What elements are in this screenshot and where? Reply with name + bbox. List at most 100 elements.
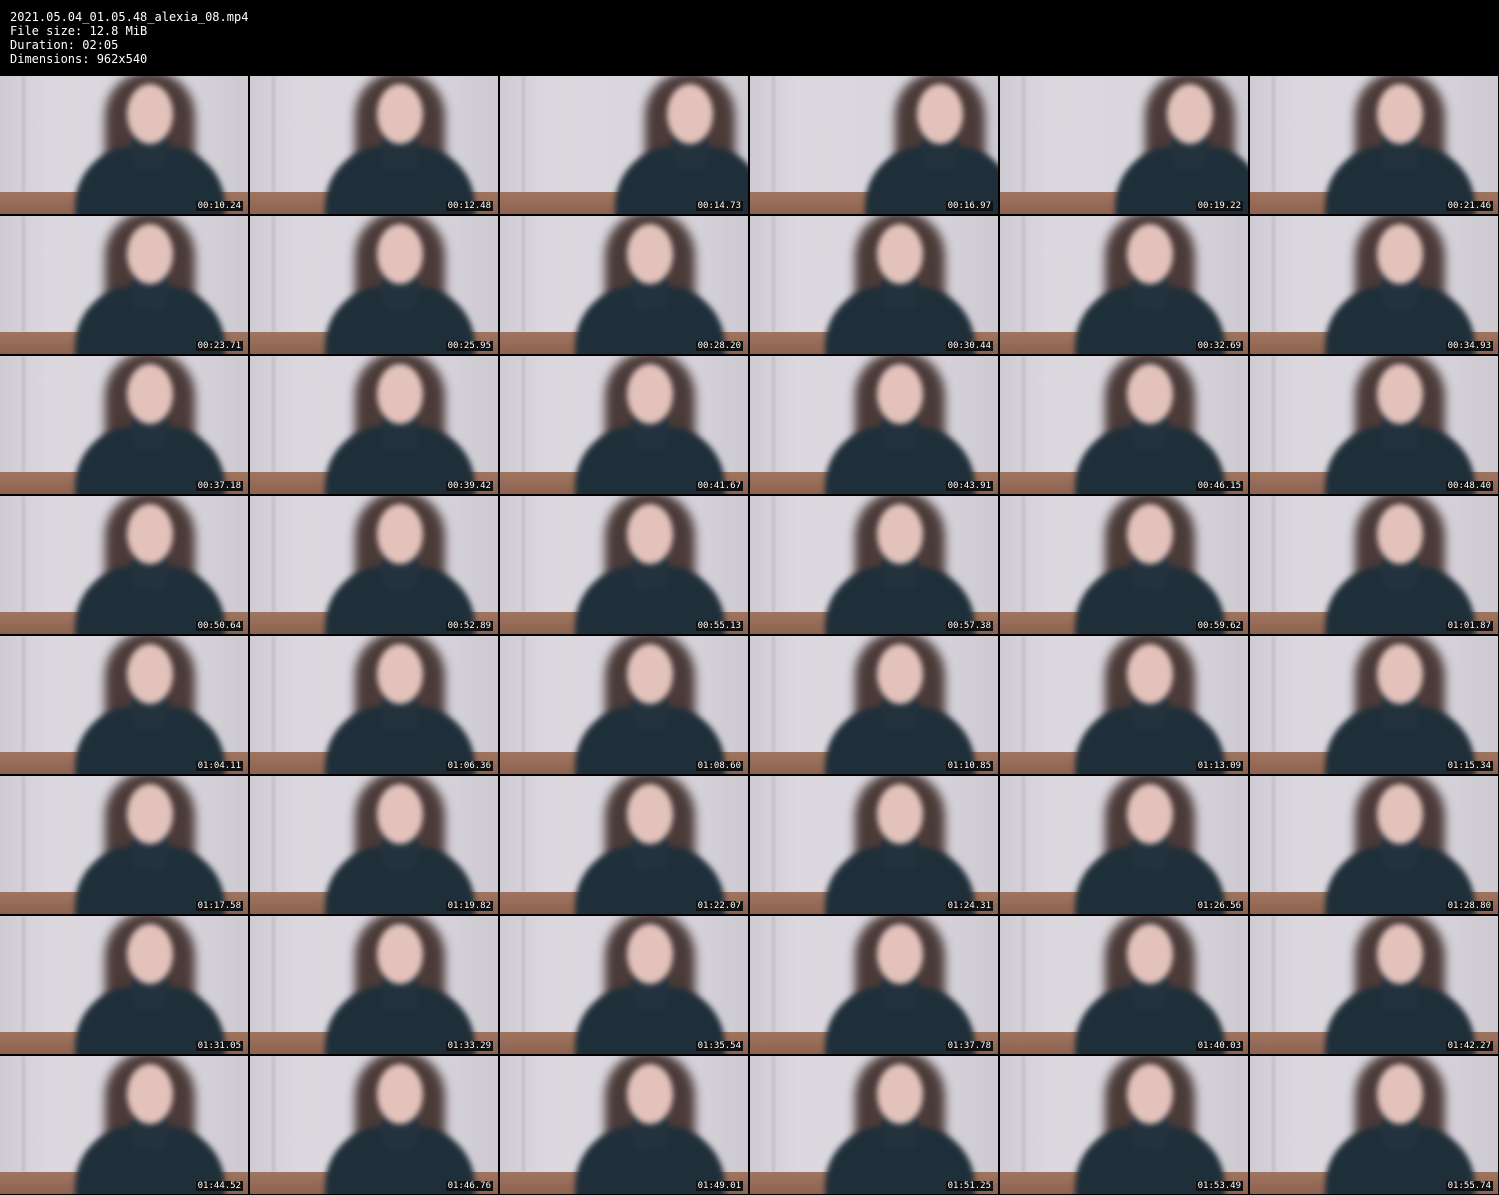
video-thumbnail: 01:01.87 bbox=[1250, 496, 1498, 634]
video-thumbnail: 01:10.85 bbox=[750, 636, 998, 774]
video-thumbnail: 01:53.49 bbox=[1000, 1056, 1248, 1194]
face bbox=[1127, 504, 1173, 564]
wall-corner bbox=[22, 356, 25, 472]
face bbox=[877, 644, 923, 704]
wall-corner bbox=[1022, 916, 1025, 1032]
video-thumbnail: 00:52.89 bbox=[250, 496, 498, 634]
video-thumbnail: 00:48.40 bbox=[1250, 356, 1498, 494]
video-thumbnail: 00:28.20 bbox=[500, 216, 748, 354]
timestamp-label: 01:44.52 bbox=[195, 1181, 243, 1191]
face bbox=[127, 784, 173, 844]
face bbox=[377, 924, 423, 984]
face bbox=[877, 1064, 923, 1124]
video-thumbnail: 01:35.54 bbox=[500, 916, 748, 1054]
wall-corner bbox=[1272, 776, 1275, 892]
timestamp-label: 00:34.93 bbox=[1445, 341, 1493, 351]
face bbox=[1127, 364, 1173, 424]
timestamp-label: 01:55.74 bbox=[1445, 1181, 1493, 1191]
video-thumbnail: 01:15.34 bbox=[1250, 636, 1498, 774]
thumbnail-grid: 00:10.24 00:12.48 00:14.73 00:16.97 00:19.22… bbox=[0, 76, 1499, 1195]
wall-corner bbox=[772, 496, 775, 612]
wall-corner bbox=[272, 76, 275, 192]
video-thumbnail: 00:16.97 bbox=[750, 76, 998, 214]
video-thumbnail: 01:37.78 bbox=[750, 916, 998, 1054]
wall-corner bbox=[522, 356, 525, 472]
face bbox=[127, 644, 173, 704]
face bbox=[1377, 364, 1423, 424]
video-thumbnail: 00:37.18 bbox=[0, 356, 248, 494]
timestamp-label: 01:42.27 bbox=[1445, 1041, 1493, 1051]
timestamp-label: 00:41.67 bbox=[695, 481, 743, 491]
wall-corner bbox=[772, 776, 775, 892]
wall-corner bbox=[772, 636, 775, 752]
timestamp-label: 01:37.78 bbox=[945, 1041, 993, 1051]
face bbox=[1167, 84, 1213, 144]
wall-corner bbox=[1272, 356, 1275, 472]
face bbox=[1127, 1064, 1173, 1124]
timestamp-label: 01:46.76 bbox=[445, 1181, 493, 1191]
video-thumbnail: 01:28.80 bbox=[1250, 776, 1498, 914]
wall-corner bbox=[1272, 636, 1275, 752]
timestamp-label: 00:16.97 bbox=[945, 201, 993, 211]
timestamp-label: 01:26.56 bbox=[1195, 901, 1243, 911]
video-thumbnail: 00:39.42 bbox=[250, 356, 498, 494]
wall-corner bbox=[22, 216, 25, 332]
face bbox=[627, 784, 673, 844]
video-thumbnail: 00:34.93 bbox=[1250, 216, 1498, 354]
file-name: 2021.05.04_01.05.48_alexia_08.mp4 bbox=[10, 10, 249, 24]
wall-corner bbox=[1272, 1056, 1275, 1172]
wall-corner bbox=[522, 916, 525, 1032]
face bbox=[877, 924, 923, 984]
video-thumbnail: 01:26.56 bbox=[1000, 776, 1248, 914]
timestamp-label: 00:21.46 bbox=[1445, 201, 1493, 211]
timestamp-label: 00:12.48 bbox=[445, 201, 493, 211]
timestamp-label: 01:10.85 bbox=[945, 761, 993, 771]
wall-corner bbox=[22, 76, 25, 192]
face bbox=[627, 504, 673, 564]
video-thumbnail: 01:55.74 bbox=[1250, 1056, 1498, 1194]
wall-corner bbox=[1022, 776, 1025, 892]
timestamp-label: 00:43.91 bbox=[945, 481, 993, 491]
video-thumbnail: 00:12.48 bbox=[250, 76, 498, 214]
wall-corner bbox=[772, 356, 775, 472]
face bbox=[917, 84, 963, 144]
contact-sheet-header: 2021.05.04_01.05.48_alexia_08.mp4 File s… bbox=[0, 0, 1499, 75]
wall-corner bbox=[1022, 356, 1025, 472]
timestamp-label: 01:24.31 bbox=[945, 901, 993, 911]
timestamp-label: 00:32.69 bbox=[1195, 341, 1243, 351]
video-thumbnail: 00:21.46 bbox=[1250, 76, 1498, 214]
wall-corner bbox=[272, 916, 275, 1032]
video-thumbnail: 01:19.82 bbox=[250, 776, 498, 914]
wall-corner bbox=[522, 1056, 525, 1172]
timestamp-label: 01:51.25 bbox=[945, 1181, 993, 1191]
wall-corner bbox=[1022, 496, 1025, 612]
face bbox=[127, 504, 173, 564]
wall-corner bbox=[772, 1056, 775, 1172]
video-thumbnail: 01:17.58 bbox=[0, 776, 248, 914]
video-thumbnail: 01:13.09 bbox=[1000, 636, 1248, 774]
face bbox=[127, 364, 173, 424]
timestamp-label: 00:30.44 bbox=[945, 341, 993, 351]
wall-corner bbox=[1022, 216, 1025, 332]
wall-corner bbox=[22, 916, 25, 1032]
face bbox=[1377, 1064, 1423, 1124]
timestamp-label: 00:48.40 bbox=[1445, 481, 1493, 491]
timestamp-label: 00:39.42 bbox=[445, 481, 493, 491]
video-thumbnail: 00:23.71 bbox=[0, 216, 248, 354]
face bbox=[377, 504, 423, 564]
timestamp-label: 01:08.60 bbox=[695, 761, 743, 771]
wall-corner bbox=[272, 776, 275, 892]
wall-corner bbox=[1272, 216, 1275, 332]
timestamp-label: 00:50.64 bbox=[195, 621, 243, 631]
timestamp-label: 01:28.80 bbox=[1445, 901, 1493, 911]
face bbox=[627, 644, 673, 704]
wall-corner bbox=[772, 916, 775, 1032]
timestamp-label: 01:19.82 bbox=[445, 901, 493, 911]
timestamp-label: 01:49.01 bbox=[695, 1181, 743, 1191]
face bbox=[1127, 784, 1173, 844]
face bbox=[627, 924, 673, 984]
video-thumbnail: 01:22.07 bbox=[500, 776, 748, 914]
face bbox=[1377, 224, 1423, 284]
wall-corner bbox=[1272, 496, 1275, 612]
wall-corner bbox=[1022, 1056, 1025, 1172]
